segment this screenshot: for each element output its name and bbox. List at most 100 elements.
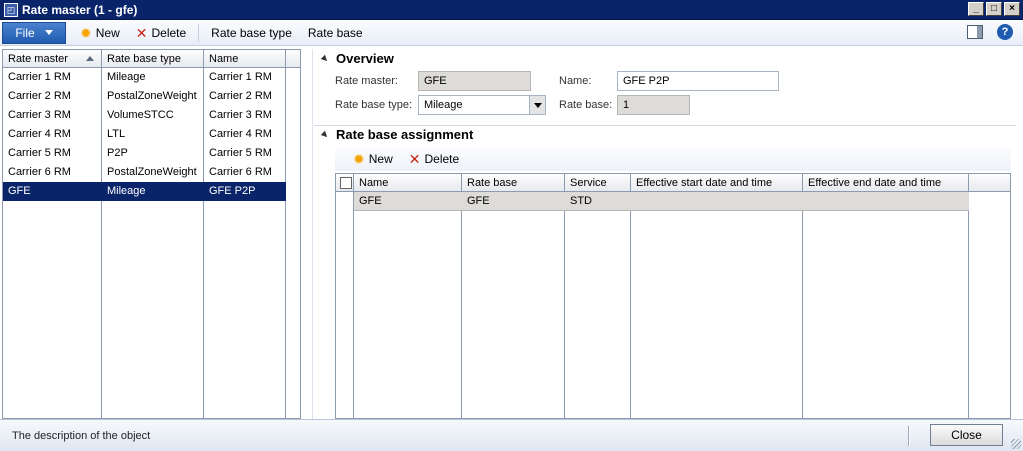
delete-x-icon: ✕ bbox=[135, 24, 148, 41]
cell-name[interactable]: Carrier 4 RM bbox=[204, 125, 272, 144]
cell-rate-master[interactable]: GFE bbox=[3, 182, 31, 201]
column-header-label: Rate master bbox=[8, 53, 68, 65]
cell-effective-start[interactable] bbox=[631, 192, 636, 210]
new-label: New bbox=[95, 25, 120, 40]
column-header-rate-master[interactable]: Rate master bbox=[3, 50, 102, 68]
table-row[interactable]: Carrier 5 RM P2P Carrier 5 RM bbox=[3, 144, 286, 163]
close-button[interactable]: Close bbox=[930, 424, 1003, 446]
overview-section-header[interactable]: Overview bbox=[320, 51, 394, 66]
cell-rate-master[interactable]: Carrier 1 RM bbox=[3, 68, 71, 87]
column-header-name[interactable]: Name bbox=[204, 50, 286, 68]
cell-name[interactable]: Carrier 1 RM bbox=[204, 68, 272, 87]
delete-button[interactable]: ✕ Delete bbox=[128, 22, 194, 44]
table-row[interactable]: Carrier 4 RM LTL Carrier 4 RM bbox=[3, 125, 286, 144]
assignment-delete-button[interactable]: ✕ Delete bbox=[403, 148, 465, 170]
column-header-name[interactable]: Name bbox=[354, 174, 388, 192]
assignment-heading: Rate base assignment bbox=[336, 127, 474, 142]
cell-rate-master[interactable]: Carrier 5 RM bbox=[3, 144, 71, 163]
new-label: New bbox=[368, 152, 393, 166]
rate-base-type-label: Rate base type: bbox=[335, 99, 413, 111]
name-field[interactable]: GFE P2P bbox=[617, 71, 779, 91]
grid-column-divider bbox=[336, 174, 354, 418]
cell-name[interactable]: Carrier 2 RM bbox=[204, 87, 272, 106]
chevron-down-icon bbox=[44, 30, 53, 35]
cell-rate-master[interactable]: Carrier 3 RM bbox=[3, 106, 71, 125]
cell-rate-master[interactable]: Carrier 4 RM bbox=[3, 125, 71, 144]
layout-toggle-icon[interactable] bbox=[967, 25, 983, 39]
cell-rate-base-type[interactable]: P2P bbox=[102, 144, 128, 163]
toolbar-right: ? bbox=[967, 24, 1013, 40]
column-header-rate-base-type[interactable]: Rate base type bbox=[102, 50, 204, 68]
delete-label: Delete bbox=[424, 152, 460, 166]
cell-rate-base-type[interactable]: VolumeSTCC bbox=[102, 106, 174, 125]
window-controls: _ □ × bbox=[968, 2, 1020, 16]
dropdown-arrow-icon[interactable] bbox=[529, 96, 545, 114]
status-description: The description of the object bbox=[12, 430, 151, 442]
rate-base-type-button[interactable]: Rate base type bbox=[203, 22, 300, 44]
table-row[interactable]: Carrier 6 RM PostalZoneWeight Carrier 6 RM bbox=[3, 163, 286, 182]
cell-rate-base-type[interactable]: Mileage bbox=[102, 68, 146, 87]
cell-rate-master[interactable]: Carrier 6 RM bbox=[3, 163, 71, 182]
cell-name[interactable]: Carrier 5 RM bbox=[204, 144, 272, 163]
assignment-section-header[interactable]: Rate base assignment bbox=[320, 127, 474, 142]
table-row[interactable]: Carrier 2 RM PostalZoneWeight Carrier 2 RM bbox=[3, 87, 286, 106]
cell-rate-base[interactable]: GFE bbox=[462, 192, 490, 210]
rate-master-field: GFE bbox=[418, 71, 531, 91]
section-divider bbox=[314, 125, 1016, 126]
name-label: Name: bbox=[559, 75, 592, 87]
collapse-triangle-icon bbox=[320, 54, 330, 63]
assignment-toolbar: ✹ New ✕ Delete bbox=[335, 147, 1011, 171]
rate-base-button[interactable]: Rate base bbox=[300, 22, 371, 44]
cell-name[interactable]: GFE bbox=[354, 192, 382, 210]
delete-x-icon: ✕ bbox=[408, 151, 421, 167]
pane-splitter[interactable] bbox=[312, 49, 313, 419]
rate-base-assignment-grid[interactable]: Name Rate base Service Effective start d… bbox=[335, 173, 1011, 419]
cell-rate-base-type[interactable]: PostalZoneWeight bbox=[102, 163, 197, 182]
column-header-rate-base[interactable]: Rate base bbox=[462, 174, 517, 192]
collapse-triangle-icon bbox=[320, 130, 330, 139]
column-header-effective-start[interactable]: Effective start date and time bbox=[631, 174, 772, 192]
file-menu-button[interactable]: File bbox=[2, 21, 66, 44]
table-row[interactable]: GFE Mileage GFE P2P bbox=[3, 182, 286, 201]
cell-rate-master[interactable]: Carrier 2 RM bbox=[3, 87, 71, 106]
rate-master-label: Rate master: bbox=[335, 75, 398, 87]
column-header-service[interactable]: Service bbox=[565, 174, 607, 192]
cell-service[interactable]: STD bbox=[565, 192, 592, 210]
new-star-icon: ✹ bbox=[80, 24, 92, 41]
table-row[interactable]: Carrier 1 RM Mileage Carrier 1 RM bbox=[3, 68, 286, 87]
window-title: Rate master (1 - gfe) bbox=[22, 2, 138, 17]
rate-base-type-select[interactable]: Mileage bbox=[418, 95, 546, 115]
cell-rate-base-type[interactable]: PostalZoneWeight bbox=[102, 87, 197, 106]
select-all-checkbox[interactable] bbox=[340, 177, 352, 189]
assignment-new-button[interactable]: ✹ New bbox=[347, 148, 399, 170]
cell-name[interactable]: Carrier 6 RM bbox=[204, 163, 272, 182]
cell-name[interactable]: Carrier 3 RM bbox=[204, 106, 272, 125]
status-divider bbox=[908, 426, 910, 446]
overview-heading: Overview bbox=[336, 51, 394, 66]
status-bar: The description of the object Close bbox=[0, 419, 1023, 451]
rate-base-label: Rate base: bbox=[559, 99, 613, 111]
minimize-button[interactable]: _ bbox=[968, 2, 984, 16]
close-window-button[interactable]: × bbox=[1004, 2, 1020, 16]
new-button[interactable]: ✹ New bbox=[72, 22, 128, 44]
action-pane: File ✹ New ✕ Delete Rate base type Rate … bbox=[0, 20, 1023, 46]
sort-ascending-icon bbox=[86, 56, 94, 61]
cell-name[interactable]: GFE P2P bbox=[204, 182, 255, 201]
cell-rate-base-type[interactable]: LTL bbox=[102, 125, 125, 144]
cell-rate-base-type[interactable]: Mileage bbox=[102, 182, 146, 201]
table-row[interactable]: GFE GFE STD bbox=[354, 192, 969, 211]
help-icon[interactable]: ? bbox=[997, 24, 1013, 40]
table-row[interactable]: Carrier 3 RM VolumeSTCC Carrier 3 RM bbox=[3, 106, 286, 125]
app-icon: ◰ bbox=[4, 2, 18, 17]
rate-master-grid[interactable]: Rate master Rate base type Name Carrier … bbox=[2, 49, 301, 419]
new-star-icon: ✹ bbox=[353, 151, 365, 167]
rate-base-type-value: Mileage bbox=[424, 99, 463, 111]
toolbar-separator bbox=[198, 23, 200, 42]
rate-base-field: 1 bbox=[617, 95, 690, 115]
cell-effective-end[interactable] bbox=[803, 192, 808, 210]
delete-label: Delete bbox=[151, 25, 187, 40]
file-label: File bbox=[15, 25, 35, 40]
resize-grip-icon[interactable] bbox=[1011, 439, 1021, 449]
column-header-effective-end[interactable]: Effective end date and time bbox=[803, 174, 941, 192]
maximize-button[interactable]: □ bbox=[986, 2, 1002, 16]
